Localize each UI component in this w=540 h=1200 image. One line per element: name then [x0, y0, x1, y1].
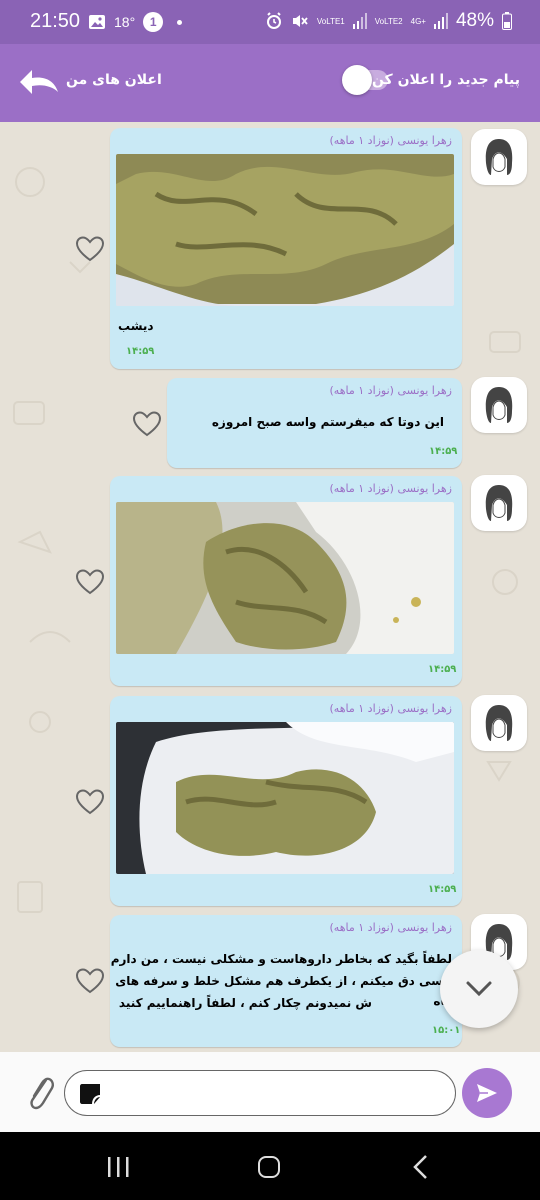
alarm-icon: [266, 12, 281, 29]
mute-icon: [292, 15, 308, 27]
message-text-line: ش نمیدونم چکار کنم ، لطفاً راهنماییم کنی…: [118, 996, 372, 1010]
status-dot-icon: [177, 19, 183, 25]
message-bubble[interactable]: زهرا یونسی (نوزاد ۱ ماهه) لطفاً بگید که …: [110, 915, 462, 1047]
status-right-icons: VoLTE1 VoLTE2 4G+ 48%: [265, 10, 512, 32]
status-bar: 21:50 18° 1 VoLTE1 VoLTE2 4G+ 48%: [0, 0, 540, 44]
back-arrow-icon[interactable]: [18, 66, 62, 100]
sender-avatar[interactable]: [471, 475, 527, 531]
signal-icon: [352, 13, 367, 29]
message-image[interactable]: [116, 502, 454, 654]
battery-percent: 48%: [455, 10, 494, 31]
avatar-hair-icon: [485, 705, 513, 741]
gallery-icon: [89, 15, 105, 29]
message-image[interactable]: [116, 154, 454, 306]
toggle-knob: [342, 65, 372, 95]
sender-name[interactable]: زهرا یونسی (نوزاد ۱ ماهه): [330, 384, 452, 397]
heart-outline-icon[interactable]: [132, 410, 162, 438]
avatar-hair-icon: [485, 387, 513, 423]
message-time: ۱۴:۵۹: [428, 664, 457, 675]
message-time: ۱۴:۵۹: [428, 884, 457, 895]
sender-avatar[interactable]: [471, 129, 527, 185]
status-time: 21:50: [30, 10, 81, 32]
system-nav-bar: [0, 1132, 540, 1200]
sender-name[interactable]: زهرا یونسی (نوزاد ۱ ماهه): [330, 482, 452, 495]
sender-avatar[interactable]: [471, 695, 527, 751]
notification-badge: 1: [143, 12, 164, 32]
message-caption: دیشب: [118, 319, 154, 333]
scroll-to-bottom-button[interactable]: [440, 950, 518, 1028]
message-bubble[interactable]: زهرا یونسی (نوزاد ۱ ماهه) این دوتا که می…: [167, 378, 462, 468]
heart-outline-icon[interactable]: [75, 788, 105, 816]
battery-icon: [502, 12, 512, 30]
heart-outline-icon[interactable]: [75, 967, 105, 995]
message-time: ۱۴:۵۹: [126, 346, 155, 357]
home-icon[interactable]: [258, 1156, 280, 1178]
message-composer: [0, 1052, 540, 1132]
paperclip-icon[interactable]: [24, 1072, 58, 1112]
app-header: اعلان های من پیام جدید را اعلان کن: [0, 44, 540, 122]
notify-toggle-label: پیام جدید را اعلان کن: [371, 72, 520, 88]
sender-name[interactable]: زهرا یونسی (نوزاد ۱ ماهه): [330, 702, 452, 715]
message-image[interactable]: [116, 722, 454, 874]
send-icon: [477, 1084, 497, 1102]
volte1-label: VoLTE1: [316, 16, 345, 26]
sender-name[interactable]: زهرا یونسی (نوزاد ۱ ماهه): [330, 134, 452, 147]
chevron-down-icon: [466, 981, 492, 997]
message-time: ۱۵:۰۱: [432, 1025, 461, 1036]
heart-outline-icon[interactable]: [75, 235, 105, 263]
sender-avatar[interactable]: [471, 377, 527, 433]
avatar-hair-icon: [485, 139, 513, 175]
chat-area[interactable]: زهرا یونسی (نوزاد ۱ ماهه) دیشب ۱۴:۵۹ زهر…: [0, 122, 540, 1052]
message-bubble[interactable]: زهرا یونسی (نوزاد ۱ ماهه) دیشب ۱۴:۵۹: [110, 128, 462, 369]
recent-apps-icon[interactable]: [106, 1156, 130, 1178]
signal-icon-2: [433, 13, 448, 29]
volte2-label: VoLTE2: [374, 16, 403, 26]
send-button[interactable]: [462, 1068, 512, 1118]
status-left-icons: 18° 1: [88, 12, 183, 32]
network-type: 4G+: [410, 16, 426, 26]
sticker-icon[interactable]: [79, 1083, 103, 1105]
weather-temperature: 18°: [114, 14, 136, 30]
message-text: این دوتا که میفرستم واسه صبح امروزه: [211, 415, 444, 429]
message-bubble[interactable]: زهرا یونسی (نوزاد ۱ ماهه) ۱۴:۵۹: [110, 476, 462, 686]
sender-name[interactable]: زهرا یونسی (نوزاد ۱ ماهه): [330, 921, 452, 934]
nav-back-icon[interactable]: [410, 1154, 430, 1180]
page-title: اعلان های من: [66, 72, 162, 88]
message-time: ۱۴:۵۹: [429, 446, 458, 457]
message-input[interactable]: [64, 1070, 456, 1116]
avatar-hair-icon: [485, 485, 513, 521]
message-bubble[interactable]: زهرا یونسی (نوزاد ۱ ماهه) ۱۴:۵۹: [110, 696, 462, 906]
heart-outline-icon[interactable]: [75, 568, 105, 596]
